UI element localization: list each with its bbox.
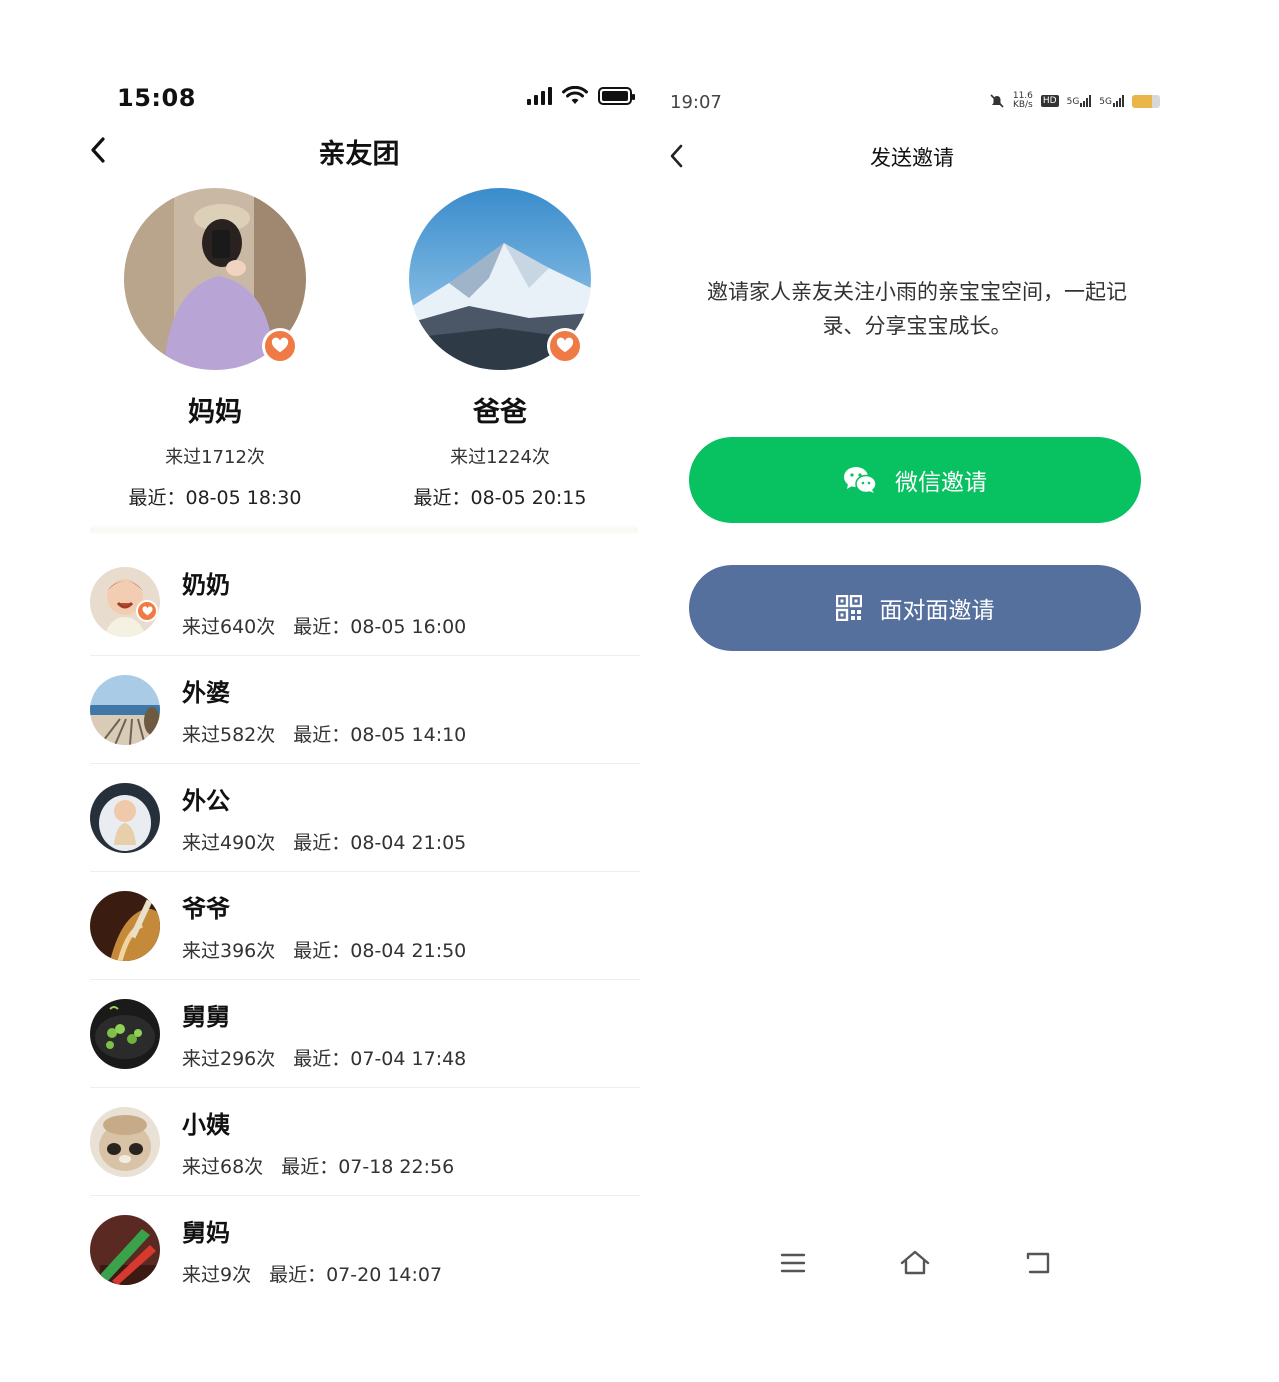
member-list: 奶奶 来过640次 最近：08-05 16:00 外婆 来过582次 最近：08-0…: [90, 548, 640, 1304]
visit-count: 来过640次: [182, 615, 276, 638]
last-visit: 最近：07-04 17:48: [293, 1047, 467, 1070]
system-navigation-bar: [652, 1245, 1172, 1281]
invite-description: 邀请家人亲友关注小雨的亲宝宝空间，一起记录、分享宝宝成长。: [707, 280, 1127, 338]
top-member-dad[interactable]: 爸爸 来过1224次 最近：08-05 20:15: [400, 188, 600, 510]
last-visit: 最近：08-04 21:50: [293, 939, 467, 962]
member-name: 小姨: [182, 1110, 230, 1139]
visit-count: 来过396次: [182, 939, 276, 962]
heart-icon: [136, 600, 158, 622]
status-time: 15:08: [117, 84, 196, 112]
visit-count: 来过1712次: [165, 447, 265, 468]
face-to-face-invite-button[interactable]: 面对面邀请: [689, 565, 1141, 651]
top-member-mom[interactable]: 妈妈 来过1712次 最近：08-05 18:30: [115, 188, 315, 510]
avatar: [90, 1106, 160, 1177]
list-item[interactable]: 外婆 来过582次 最近：08-05 14:10: [90, 656, 640, 764]
last-visit: 最近：08-05 18:30: [128, 487, 302, 509]
avatar: [90, 998, 160, 1069]
page-title: 发送邀请: [870, 146, 954, 170]
visit-count: 来过68次: [182, 1155, 264, 1178]
section-divider: [90, 525, 638, 535]
status-icons: 11.6 KB/s HD 5G 5G: [989, 92, 1160, 110]
battery-icon: [598, 87, 635, 105]
wechat-icon: [843, 466, 877, 494]
member-name: 奶奶: [182, 570, 230, 599]
menu-icon[interactable]: [775, 1245, 811, 1281]
heart-icon: [262, 328, 298, 364]
send-invite-screen: 19:07 11.6 KB/s HD 5G 5G 发送邀请 邀请家人亲友关注小雨…: [652, 60, 1172, 1320]
visit-count: 来过296次: [182, 1047, 276, 1070]
member-name: 外婆: [182, 678, 230, 707]
avatar: [90, 890, 160, 961]
avatar[interactable]: [124, 188, 306, 370]
list-item[interactable]: 奶奶 来过640次 最近：08-05 16:00: [90, 548, 640, 656]
return-icon[interactable]: [1020, 1245, 1056, 1281]
member-name: 舅妈: [182, 1219, 230, 1247]
avatar: [90, 674, 160, 745]
list-item[interactable]: 爷爷 来过396次 最近：08-04 21:50: [90, 872, 640, 980]
list-item[interactable]: 舅舅 来过296次 最近：07-04 17:48: [90, 980, 640, 1088]
wechat-invite-label: 微信邀请: [895, 470, 987, 496]
avatar: [90, 782, 160, 853]
list-item[interactable]: 小姨 来过68次 最近：07-18 22:56: [90, 1088, 640, 1196]
wifi-icon: [562, 86, 588, 104]
visit-count: 来过582次: [182, 723, 276, 746]
last-visit: 最近：08-05 16:00: [293, 615, 467, 638]
family-group-screen: 15:08 亲友团 妈妈 来过1712次 最近：08-05 18:30 爸爸 来…: [70, 60, 648, 1360]
member-name: 外公: [182, 786, 230, 815]
member-name: 妈妈: [188, 397, 242, 428]
last-visit: 最近：08-05 14:10: [293, 723, 467, 746]
last-visit: 最近：08-04 21:05: [293, 831, 467, 854]
visit-count: 来过1224次: [450, 447, 550, 468]
status-time: 19:07: [670, 92, 722, 113]
member-name: 爷爷: [182, 894, 230, 923]
avatar[interactable]: [409, 188, 591, 370]
last-visit: 最近：07-20 14:07: [269, 1264, 443, 1286]
avatar: [90, 1215, 160, 1285]
battery-icon: [1132, 94, 1160, 108]
net-speed-unit: KB/s: [1012, 100, 1033, 110]
qr-grid-icon: [835, 595, 862, 621]
mute-bell-icon: [990, 94, 1004, 108]
wechat-invite-button[interactable]: 微信邀请: [689, 437, 1141, 523]
visit-count: 来过490次: [182, 831, 276, 854]
member-name: 爸爸: [473, 397, 527, 428]
face-to-face-invite-label: 面对面邀请: [879, 598, 995, 624]
list-item[interactable]: 外公 来过490次 最近：08-04 21:05: [90, 764, 640, 872]
heart-icon: [547, 328, 583, 364]
list-item[interactable]: 舅妈 来过9次 最近：07-20 14:07: [90, 1196, 640, 1304]
page-title: 亲友团: [318, 139, 400, 170]
hd-badge: HD: [1040, 95, 1059, 107]
status-icons: [527, 86, 635, 106]
visit-count: 来过9次: [182, 1264, 252, 1286]
home-icon[interactable]: [897, 1245, 933, 1281]
signal-5g-b: 5G: [1099, 95, 1124, 107]
signal-5g-a: 5G: [1067, 95, 1092, 107]
member-name: 舅舅: [182, 1002, 230, 1031]
last-visit: 最近：08-05 20:15: [413, 487, 587, 509]
last-visit: 最近：07-18 22:56: [281, 1155, 455, 1178]
signal-icon: [527, 87, 552, 105]
